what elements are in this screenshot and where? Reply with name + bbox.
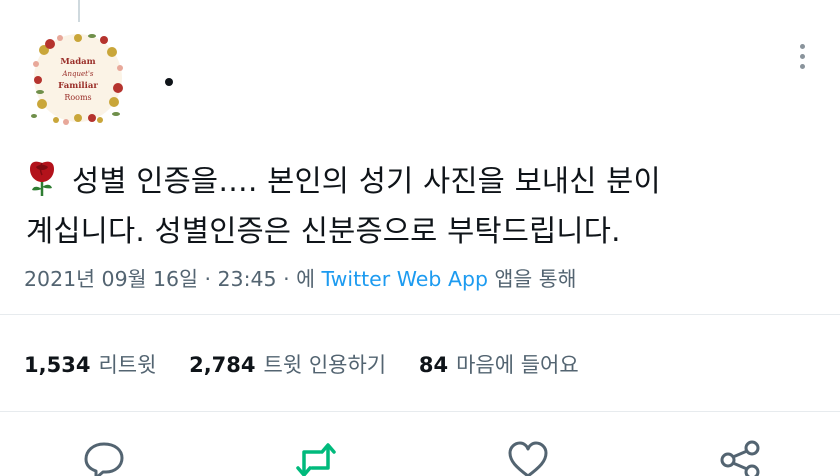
tweet-stats: 1,534 리트윗 2,784 트윗 인용하기 84 마음에 들어요 (24, 349, 605, 379)
tweet-meta: 2021년 09월 16일 · 23:45 · 에 Twitter Web Ap… (24, 262, 576, 292)
svg-text:Anquet's: Anquet's (61, 70, 93, 78)
like-count: 84 (418, 353, 449, 377)
svg-text:Madam: Madam (60, 57, 95, 67)
source-link[interactable]: Twitter Web App (322, 267, 488, 291)
tweet-body: 성별 인증을…. 본인의 성기 사진을 보내신 분이 계십니다. 성별인증은 신… (26, 156, 826, 256)
svg-text:Familiar: Familiar (58, 81, 98, 91)
svg-text:Rooms: Rooms (64, 93, 91, 102)
retweets-stat[interactable]: 1,534 리트윗 (24, 349, 156, 379)
retweet-label: 리트윗 (98, 353, 157, 377)
divider (0, 411, 840, 412)
more-options-icon[interactable] (796, 42, 810, 72)
like-icon[interactable] (506, 438, 550, 476)
likes-stat[interactable]: 84 마음에 들어요 (419, 349, 579, 379)
avatar[interactable]: Madam Anquet's Familiar Rooms (30, 30, 126, 126)
tweet-body-line-1: 성별 인증을…. 본인의 성기 사진을 보내신 분이 (26, 156, 826, 206)
quote-count: 2,784 (189, 353, 256, 377)
timestamp[interactable]: 2021년 09월 16일 · 23:45 · 에 (24, 267, 322, 291)
reply-icon[interactable] (82, 438, 126, 476)
avatar-floral-frame: Madam Anquet's Familiar Rooms (30, 30, 126, 126)
like-label: 마음에 들어요 (456, 353, 579, 377)
divider (0, 314, 840, 315)
retweet-icon[interactable] (294, 438, 338, 476)
thread-line (78, 0, 80, 22)
quotes-stat[interactable]: 2,784 트윗 인용하기 (189, 349, 386, 379)
share-icon[interactable] (718, 438, 762, 476)
rose-emoji-icon (26, 159, 58, 197)
retweet-count: 1,534 (24, 353, 91, 377)
source-suffix: 앱을 통해 (488, 267, 577, 291)
name-placeholder-dot (165, 78, 173, 86)
tweet-body-line-2: 계십니다. 성별인증은 신분증으로 부탁드립니다. (26, 214, 621, 248)
quote-label: 트윗 인용하기 (263, 353, 387, 377)
